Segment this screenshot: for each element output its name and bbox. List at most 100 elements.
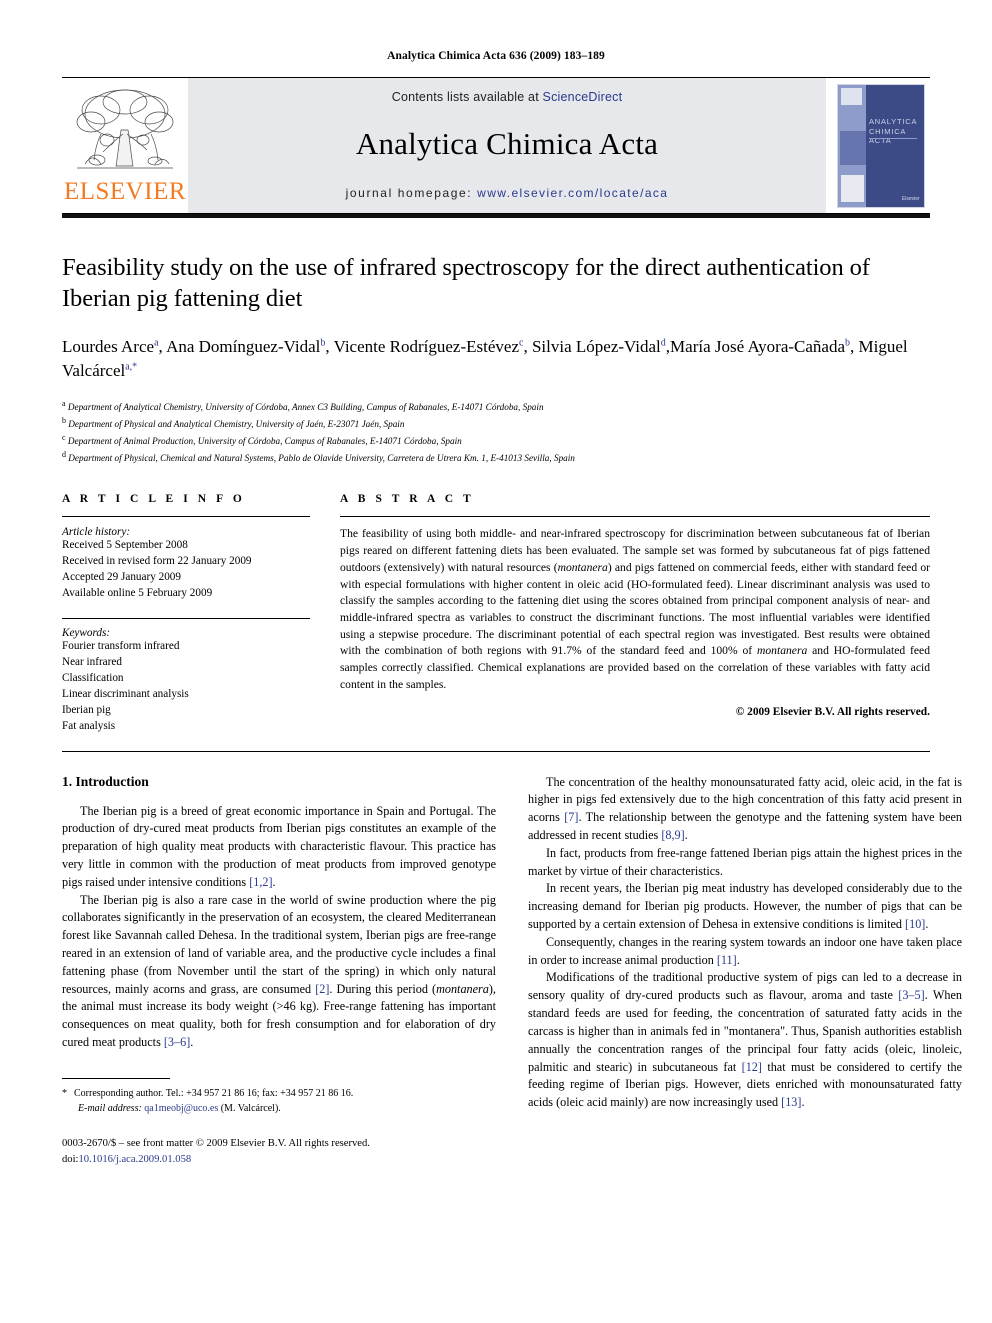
keyword-item: Classification — [62, 671, 124, 684]
email-suffix: (M. Valcárcel). — [220, 1102, 281, 1114]
author-affiliation-mark: d — [660, 337, 666, 349]
citation-link[interactable]: [12] — [742, 1060, 762, 1074]
citation-link[interactable]: [3–5] — [898, 988, 924, 1002]
citation-link[interactable]: [7] — [564, 810, 578, 824]
cover-image: ANALYTICA CHIMICA ACTA Elsevier — [837, 83, 925, 208]
abstract-rule — [340, 516, 930, 518]
author-name: Ana Domínguez-Vidal — [166, 336, 321, 356]
abstract-column: A B S T R A C T The feasibility of using… — [340, 493, 930, 734]
running-head: Analytica Chimica Acta 636 (2009) 183–18… — [387, 50, 605, 62]
body-columns: 1. Introduction The Iberian pig is a bre… — [62, 773, 962, 1168]
keywords-block: Keywords: Fourier transform infrared Near… — [62, 618, 310, 734]
author-affiliation-mark: b — [845, 337, 851, 349]
keyword-item: Iberian pig — [62, 703, 111, 716]
email-label: E-mail address: — [78, 1102, 142, 1114]
article-info-heading: A R T I C L E I N F O — [62, 493, 246, 506]
journal-homepage-link[interactable]: www.elsevier.com/locate/aca — [477, 186, 668, 200]
article-history-item: Available online 5 February 2009 — [62, 587, 213, 600]
author-list: Lourdes Arcea, Ana Domínguez-Vidalb, Vic… — [62, 336, 908, 381]
paragraph-text: In fact, products from free-range fatten… — [528, 845, 962, 878]
author-affiliation-mark: a,* — [125, 361, 138, 373]
sciencedirect-link[interactable]: ScienceDirect — [543, 90, 623, 104]
citation-link[interactable]: [13] — [781, 1095, 801, 1109]
paragraph-text: . The relationship between the genotype … — [528, 810, 962, 842]
keywords-rule — [62, 618, 310, 620]
citation-link[interactable]: [10] — [905, 917, 925, 931]
journal-title: Analytica Chimica Acta — [355, 125, 659, 161]
cover-title-text: ANALYTICA CHIMICA ACTA — [868, 117, 917, 146]
footnote-rule — [62, 1077, 170, 1079]
keyword-item: Near infrared — [62, 655, 122, 668]
keyword-item: Fourier transform infrared — [62, 640, 180, 653]
homepage-prefix: journal homepage: — [345, 185, 478, 200]
section-divider — [62, 750, 930, 752]
body-paragraph: Consequently, changes in the rearing sys… — [528, 934, 962, 970]
footnote-star: * — [62, 1087, 67, 1099]
paragraph-text: . — [925, 917, 929, 931]
journal-cover-thumbnail: ANALYTICA CHIMICA ACTA Elsevier — [826, 78, 930, 213]
affiliation-list: a Department of Analytical Chemistry, Un… — [62, 398, 930, 465]
citation-link[interactable]: [2] — [315, 982, 329, 996]
body-paragraph: In fact, products from free-range fatten… — [528, 845, 962, 881]
article-history-item: Received 5 September 2008 — [62, 539, 188, 552]
issn-line: 0003-2670/$ – see front matter © 2009 El… — [62, 1137, 370, 1149]
elsevier-wordmark: ELSEVIER — [63, 178, 187, 205]
title-block: Feasibility study on the use of infrared… — [62, 218, 930, 465]
affiliation: d Department of Physical, Chemical and N… — [62, 449, 930, 466]
contents-available-line: Contents lists available at ScienceDirec… — [392, 90, 623, 104]
article-history-item: Received in revised form 22 January 2009 — [62, 555, 252, 568]
affiliation-text: Department of Physical, Chemical and Nat… — [66, 452, 575, 463]
author-affiliation-mark: c — [519, 337, 524, 349]
article-history-label: Article history: — [62, 526, 131, 539]
masthead-center: Contents lists available at ScienceDirec… — [188, 78, 826, 213]
affiliation-text: Department of Analytical Chemistry, Univ… — [65, 402, 544, 413]
journal-article-page: Analytica Chimica Acta 636 (2009) 183–18… — [0, 0, 992, 1323]
affiliation: a Department of Analytical Chemistry, Un… — [62, 398, 930, 415]
paragraph-text: Modifications of the traditional product… — [528, 970, 962, 1003]
article-history-item: Accepted 29 January 2009 — [62, 571, 181, 584]
paragraph-text: . — [736, 952, 740, 967]
abstract-text: The feasibility of using both middle- an… — [340, 526, 930, 693]
contents-prefix: Contents lists available at — [391, 89, 543, 104]
elsevier-tree-icon — [76, 89, 174, 169]
author-name: María José Ayora-Cañada — [670, 336, 846, 356]
paragraph-text: In recent years, the Iberian pig meat in… — [528, 881, 962, 931]
abstract-segment: ) and pigs fattened on commercial feeds,… — [340, 560, 930, 658]
paragraph-text: The Iberian pig is a breed of great econ… — [62, 803, 496, 889]
paragraph-text: The Iberian pig is also a rare case in t… — [62, 892, 496, 996]
author-affiliation-mark: b — [320, 337, 326, 349]
keywords-list: Fourier transform infrared Near infrared C… — [62, 639, 310, 734]
paragraph-text: . — [684, 827, 688, 842]
emphasised-term: montanera — [436, 981, 489, 996]
abstract-term: montanera — [757, 644, 808, 658]
citation-link[interactable]: [8,9] — [661, 828, 684, 842]
doi-link[interactable]: 10.1016/j.aca.2009.01.058 — [78, 1154, 191, 1165]
keyword-item: Fat analysis — [62, 719, 116, 732]
citation-link[interactable]: [11] — [717, 953, 737, 967]
paragraph-text: . — [190, 1035, 194, 1050]
author-name: Vicente Rodríguez-Estévez — [333, 336, 520, 356]
body-paragraph: The Iberian pig is also a rare case in t… — [62, 892, 496, 1052]
body-paragraph: In recent years, the Iberian pig meat in… — [528, 880, 962, 933]
email-link[interactable]: qa1meobj@uco.es — [144, 1103, 218, 1114]
author-name: Lourdes Arce — [62, 336, 155, 356]
copyright-line: © 2009 Elsevier B.V. All rights reserved… — [735, 706, 930, 719]
info-abstract-section: A R T I C L E I N F O Article history: R… — [62, 493, 930, 734]
paragraph-text: Consequently, changes in the rearing sys… — [528, 934, 962, 967]
body-paragraph: The Iberian pig is a breed of great econ… — [62, 803, 496, 892]
right-column: The concentration of the healthy monouns… — [528, 774, 962, 1168]
cover-photo-top — [841, 88, 863, 106]
right-column-paragraphs: The concentration of the healthy monouns… — [528, 774, 962, 1112]
citation-link[interactable]: [3–6] — [164, 1035, 190, 1049]
cover-divider — [868, 138, 918, 140]
affiliation-text: Department of Animal Production, Univers… — [65, 435, 462, 446]
left-column-paragraphs: The Iberian pig is a breed of great econ… — [62, 803, 496, 1052]
journal-homepage-line: journal homepage: www.elsevier.com/locat… — [346, 186, 669, 200]
doi-label: doi: — [62, 1153, 79, 1165]
abstract-heading: A B S T R A C T — [340, 493, 475, 506]
citation-link[interactable]: [1,2] — [249, 875, 272, 889]
section-heading-introduction: 1. Introduction — [62, 773, 149, 789]
footnote-block: * Corresponding author. Tel.: +34 957 21 … — [62, 1077, 496, 1168]
journal-masthead: ELSEVIER Contents lists available at Sci… — [62, 77, 930, 213]
affiliation: b Department of Physical and Analytical … — [62, 415, 930, 432]
